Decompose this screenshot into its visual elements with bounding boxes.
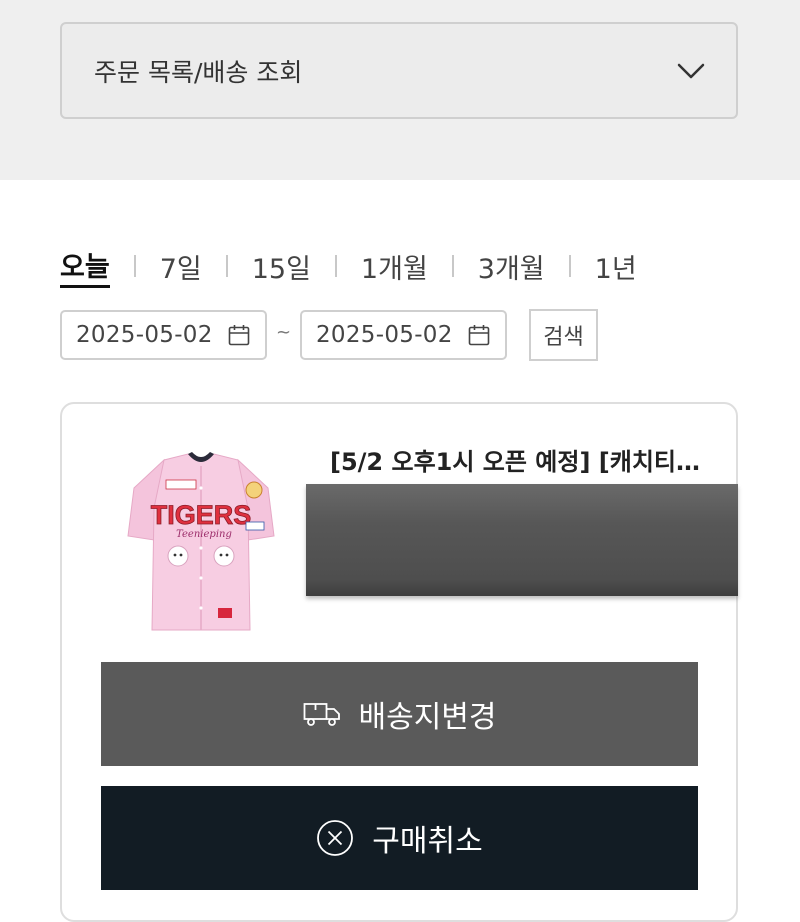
product-title[interactable]: [5/2 오후1시 오픈 예정] [캐치티… [330, 442, 700, 477]
circle-x-icon [316, 819, 354, 857]
period-tab-7days[interactable]: 7일 [160, 247, 202, 286]
change-address-button[interactable]: 배송지변경 [101, 662, 698, 766]
divider [225, 255, 228, 277]
product-image-jersey[interactable]: TIGERS Teenieping [126, 448, 276, 638]
divider [334, 255, 337, 277]
search-button[interactable]: 검색 [529, 309, 598, 361]
calendar-icon [228, 325, 250, 346]
period-tab-1month[interactable]: 1개월 [361, 247, 428, 286]
svg-text:TIGERS: TIGERS [151, 500, 252, 530]
period-tab-today[interactable]: 오늘 [60, 245, 110, 288]
calendar-icon [468, 325, 490, 346]
cancel-purchase-button[interactable]: 구매취소 [101, 786, 698, 890]
period-tabs: 오늘 7일 15일 1개월 3개월 1년 [60, 244, 637, 288]
period-tab-15days[interactable]: 15일 [252, 247, 311, 286]
end-date-field[interactable]: 2025-05-02 [300, 310, 507, 360]
divider [133, 255, 136, 277]
start-date-field[interactable]: 2025-05-02 [60, 310, 267, 360]
period-tab-3months[interactable]: 3개월 [478, 247, 545, 286]
svg-text:Teenieping: Teenieping [176, 529, 232, 540]
cancel-purchase-label: 구매취소 [372, 824, 483, 859]
divider [451, 255, 454, 277]
period-tab-1year[interactable]: 1년 [595, 247, 637, 286]
end-date-value: 2025-05-02 [316, 322, 453, 348]
chevron-down-icon [677, 63, 705, 78]
redacted-block [306, 484, 738, 596]
order-menu-dropdown[interactable]: 주문 목록/배송 조회 [60, 22, 738, 119]
delivery-truck-icon [303, 701, 341, 727]
date-range-separator: ~ [276, 322, 292, 343]
start-date-value: 2025-05-02 [76, 322, 213, 348]
change-address-label: 배송지변경 [358, 700, 497, 735]
dropdown-label: 주문 목록/배송 조회 [94, 57, 303, 87]
divider [568, 255, 571, 277]
